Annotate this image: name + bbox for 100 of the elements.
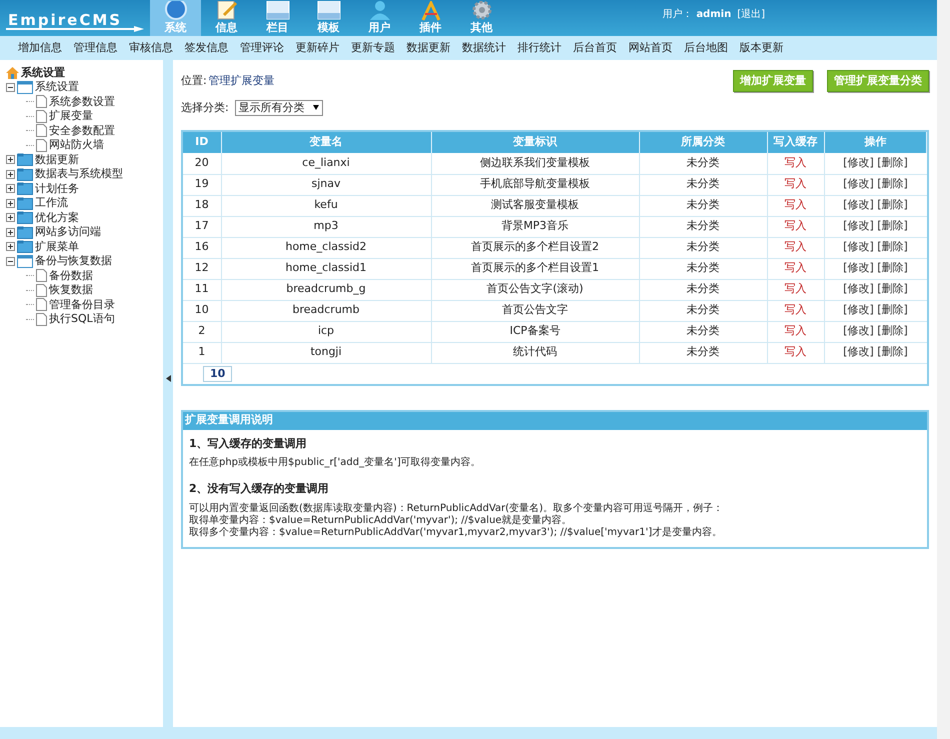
- table-cell: 16: [183, 237, 221, 258]
- edit-link[interactable]: [修改]: [843, 156, 874, 169]
- column-header: 操作: [824, 132, 926, 153]
- submenu-link[interactable]: 版本更新: [740, 40, 784, 56]
- tree-item[interactable]: 数据表与系统模型: [35, 166, 123, 182]
- tree-item[interactable]: 工作流: [35, 195, 68, 212]
- delete-link[interactable]: [删除]: [877, 219, 908, 232]
- table-cell: 未分类: [639, 279, 767, 300]
- submenu-link[interactable]: 后台首页: [573, 40, 617, 56]
- submenu-link[interactable]: 签发信息: [184, 40, 228, 56]
- expand-icon[interactable]: [6, 170, 15, 179]
- delete-link[interactable]: [删除]: [877, 198, 908, 212]
- write-cache-link[interactable]: 写入: [784, 345, 806, 358]
- write-cache-link[interactable]: 写入: [784, 303, 806, 316]
- tree-item[interactable]: 管理备份目录: [49, 296, 115, 313]
- table-cell: kefu: [221, 195, 431, 216]
- folder-icon: [17, 196, 33, 210]
- expand-icon[interactable]: [6, 184, 15, 194]
- folder-icon: [17, 182, 33, 196]
- write-cache-link[interactable]: 写入: [784, 240, 806, 254]
- tree-item[interactable]: 网站多访问端: [35, 224, 101, 240]
- expand-icon[interactable]: [6, 198, 15, 208]
- submenu-link[interactable]: 审核信息: [129, 40, 173, 56]
- sidebar-title: 系统设置: [21, 64, 65, 80]
- edit-link[interactable]: [修改]: [843, 198, 874, 212]
- delete-link[interactable]: [删除]: [877, 324, 908, 338]
- collapse-icon[interactable]: [6, 256, 15, 266]
- collapse-arrow-icon[interactable]: [166, 375, 170, 382]
- tree-item[interactable]: 扩展菜单: [35, 238, 79, 255]
- edit-link[interactable]: [修改]: [843, 177, 874, 190]
- expand-icon[interactable]: [6, 228, 15, 237]
- write-cache-link[interactable]: 写入: [784, 198, 806, 212]
- gear-icon: [470, 1, 494, 21]
- write-cache-link[interactable]: 写入: [784, 324, 806, 338]
- edit-link[interactable]: [修改]: [843, 282, 874, 296]
- edit-link[interactable]: [修改]: [843, 345, 874, 358]
- write-cache-link[interactable]: 写入: [784, 261, 806, 274]
- tree-item[interactable]: 系统设置: [35, 79, 79, 96]
- tree-item[interactable]: 备份数据: [49, 268, 93, 284]
- dropdown-arrow-icon: [312, 105, 319, 110]
- submenu-link[interactable]: 数据统计: [462, 40, 506, 56]
- collapse-icon[interactable]: [6, 82, 15, 92]
- tree-item[interactable]: 计划任务: [35, 180, 79, 197]
- write-cache-link[interactable]: 写入: [784, 219, 806, 232]
- tree-item[interactable]: 网站防火墙: [49, 137, 104, 154]
- table-cell: 首页展示的多个栏目设置1: [431, 258, 639, 279]
- edit-link[interactable]: [修改]: [843, 219, 874, 232]
- tree-item[interactable]: 执行SQL语句: [49, 311, 115, 328]
- table-cell: 未分类: [639, 195, 767, 216]
- delete-link[interactable]: [删除]: [877, 282, 908, 296]
- tree-item[interactable]: 优化方案: [35, 210, 79, 226]
- page-icon: [36, 124, 47, 138]
- tree-item[interactable]: 扩展变量: [49, 108, 93, 124]
- delete-link[interactable]: [删除]: [877, 261, 908, 274]
- tree-item[interactable]: 备份与恢复数据: [35, 253, 112, 270]
- table-cell: 10: [183, 300, 221, 321]
- submenu-link[interactable]: 排行统计: [518, 40, 562, 56]
- expand-icon[interactable]: [6, 242, 15, 252]
- tree-item[interactable]: 数据更新: [35, 152, 79, 168]
- expand-icon[interactable]: [6, 213, 15, 222]
- page-number[interactable]: 10: [203, 366, 232, 382]
- table-cell: 未分类: [639, 216, 767, 237]
- submenu-link[interactable]: 管理信息: [74, 40, 118, 56]
- breadcrumb-link[interactable]: 管理扩展变量: [208, 73, 275, 90]
- help-text: 取得单变量内容：$value=ReturnPublicAddVar('myvar'); //$value就是变量内容。: [189, 514, 573, 526]
- edit-link[interactable]: [修改]: [843, 324, 874, 338]
- submenu-link[interactable]: 更新碎片: [296, 40, 340, 56]
- delete-link[interactable]: [删除]: [877, 240, 908, 254]
- submenu-link[interactable]: 更新专题: [351, 40, 395, 56]
- delete-link[interactable]: [删除]: [877, 345, 908, 358]
- submenu-link[interactable]: 网站首页: [628, 40, 672, 56]
- page-icon: [36, 298, 47, 312]
- submenu-link[interactable]: 管理评论: [240, 40, 284, 56]
- delete-link[interactable]: [删除]: [877, 156, 908, 169]
- table-cell: 19: [183, 174, 221, 195]
- folder-icon: [17, 226, 33, 239]
- tree-item[interactable]: 系统参数设置: [49, 94, 115, 110]
- tree-item[interactable]: 恢复数据: [49, 282, 93, 298]
- table-cell: 12: [183, 258, 221, 279]
- expand-icon[interactable]: [6, 155, 15, 164]
- edit-link[interactable]: [修改]: [843, 240, 874, 254]
- page-icon: [36, 269, 47, 282]
- edit-link[interactable]: [修改]: [843, 261, 874, 274]
- user-icon: [368, 1, 392, 21]
- delete-link[interactable]: [删除]: [877, 177, 908, 190]
- tree-item[interactable]: 安全参数配置: [49, 122, 115, 139]
- submenu-link[interactable]: 后台地图: [684, 40, 728, 56]
- write-cache-link[interactable]: 写入: [784, 177, 806, 190]
- edit-link[interactable]: [修改]: [843, 303, 874, 316]
- help-title: 扩展变量调用说明: [183, 412, 927, 430]
- category-select[interactable]: 显示所有分类: [234, 100, 323, 116]
- delete-link[interactable]: [删除]: [877, 303, 908, 316]
- username: admin: [696, 8, 732, 22]
- table-cell: 手机底部导航变量模板: [431, 174, 639, 195]
- submenu-link[interactable]: 增加信息: [18, 40, 62, 56]
- write-cache-link[interactable]: 写入: [784, 282, 806, 296]
- folder-icon: [17, 211, 33, 224]
- table-cell: 未分类: [639, 174, 767, 195]
- submenu-link[interactable]: 数据更新: [406, 40, 450, 56]
- write-cache-link[interactable]: 写入: [784, 156, 806, 169]
